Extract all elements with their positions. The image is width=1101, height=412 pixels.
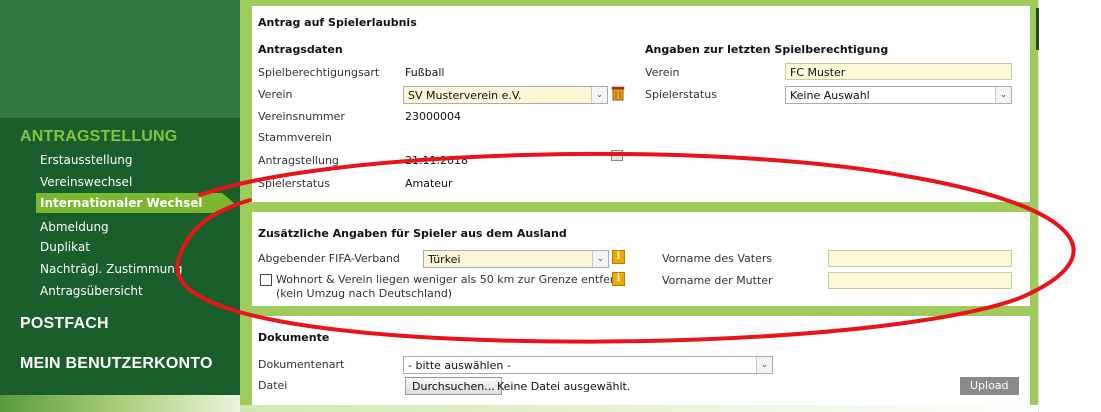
- verein-select-value: SV Musterverein e.V.: [408, 89, 522, 102]
- antragstellung-value: 21.11.2018: [405, 154, 468, 167]
- active-arrow-icon: [222, 193, 234, 213]
- letzte-spielerstatus-value: Keine Auswahl: [790, 89, 870, 102]
- sidebar-item-erstausstellung[interactable]: Erstausstellung: [40, 153, 133, 167]
- ausland-heading: Zusätzliche Angaben für Spieler aus dem …: [258, 227, 567, 240]
- spielberechtigungsart-label: Spielberechtigungsart: [258, 66, 380, 79]
- verein-select[interactable]: SV Musterverein e.V. ⌄: [403, 86, 608, 104]
- sidebar-section-benutzerkonto[interactable]: MEIN BENUTZERKONTO: [20, 355, 213, 373]
- letzte-spielerstatus-label: Spielerstatus: [645, 88, 717, 101]
- sidebar-section-postfach[interactable]: POSTFACH: [20, 315, 109, 333]
- antragstellung-label: Antragstellung: [258, 154, 339, 167]
- calendar-icon[interactable]: [611, 150, 623, 161]
- sidebar-item-vereinswechsel[interactable]: Vereinswechsel: [40, 175, 132, 189]
- vereinsnummer-label: Vereinsnummer: [258, 110, 345, 123]
- info-icon[interactable]: i: [612, 250, 625, 264]
- spielerstatus-label: Spielerstatus: [258, 177, 330, 190]
- info-icon[interactable]: i: [612, 272, 625, 286]
- vorname-vater-label: Vorname des Vaters: [662, 252, 773, 265]
- grenze-checkbox-sublabel: (kein Umzug nach Deutschland): [276, 287, 453, 300]
- grenze-checkbox-label: Wohnort & Verein liegen weniger als 50 k…: [276, 273, 626, 286]
- letzte-heading: Angaben zur letzten Spielberechtigung: [645, 43, 889, 56]
- fifa-verband-label: Abgebender FIFA-Verband: [258, 252, 400, 265]
- browse-button[interactable]: Durchsuchen...: [405, 377, 502, 395]
- vorname-mutter-input[interactable]: [828, 272, 1012, 289]
- vereinsnummer-value: 23000004: [405, 110, 461, 123]
- dokumentenart-value: - bitte auswählen -: [408, 359, 511, 372]
- letzte-verein-input[interactable]: FC Muster: [785, 63, 1012, 80]
- chevron-down-icon: ⌄: [756, 357, 772, 373]
- dokumentenart-select[interactable]: - bitte auswählen - ⌄: [403, 356, 773, 374]
- sidebar-section-antragstellung[interactable]: ANTRAGSTELLUNG: [20, 128, 177, 146]
- vorname-vater-input[interactable]: [828, 250, 1012, 267]
- fifa-verband-value: Türkei: [428, 253, 461, 266]
- scrollbar[interactable]: [1038, 0, 1050, 412]
- upload-button[interactable]: Upload: [960, 377, 1019, 395]
- frame-bottom-fade: [240, 405, 1038, 412]
- antragsdaten-heading: Antragsdaten: [258, 43, 343, 56]
- dokumente-heading: Dokumente: [258, 331, 330, 344]
- fifa-verband-select[interactable]: Türkei ⌄: [423, 250, 609, 268]
- sidebar-banner: [0, 0, 240, 118]
- scrollbar-line: [1038, 0, 1039, 412]
- stammverein-label: Stammverein: [258, 131, 332, 144]
- sidebar-item-antragsuebersicht[interactable]: Antragsübersicht: [40, 284, 143, 298]
- panel-antrag: [252, 6, 1030, 202]
- chevron-down-icon: ⌄: [995, 87, 1011, 103]
- sidebar-item-nachtraegl-zustimmung[interactable]: Nachträgl. Zustimmung: [40, 262, 182, 276]
- sidebar-item-internationaler-wechsel[interactable]: Internationaler Wechsel: [40, 196, 203, 210]
- no-file-text: Keine Datei ausgewählt.: [497, 380, 631, 393]
- spielerstatus-value: Amateur: [405, 177, 453, 190]
- chevron-down-icon: ⌄: [592, 251, 608, 267]
- letzte-spielerstatus-select[interactable]: Keine Auswahl ⌄: [785, 86, 1012, 104]
- verein-label: Verein: [258, 88, 293, 101]
- scrollbar-thumb[interactable]: [1036, 8, 1039, 50]
- sidebar-item-abmeldung[interactable]: Abmeldung: [40, 220, 109, 234]
- sidebar-item-duplikat[interactable]: Duplikat: [40, 240, 90, 254]
- datei-label: Datei: [258, 379, 288, 392]
- vorname-mutter-label: Vorname der Mutter: [662, 274, 773, 287]
- page-title: Antrag auf Spielerlaubnis: [258, 16, 417, 29]
- trash-icon[interactable]: [611, 85, 625, 101]
- spielberechtigungsart-value: Fußball: [405, 66, 445, 79]
- dokumentenart-label: Dokumentenart: [258, 358, 345, 371]
- sidebar-footer-gradient: [0, 395, 240, 412]
- chevron-down-icon: ⌄: [591, 87, 607, 103]
- letzte-verein-label: Verein: [645, 66, 680, 79]
- grenze-checkbox[interactable]: [260, 274, 272, 286]
